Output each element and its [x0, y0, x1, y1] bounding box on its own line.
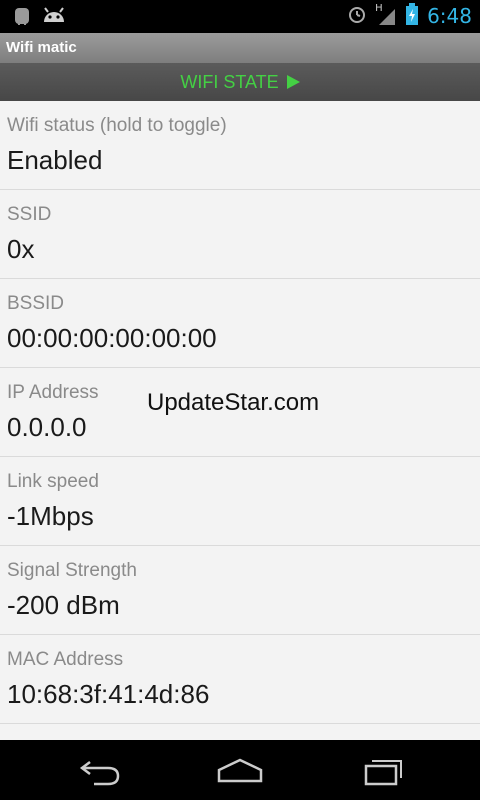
signal-strength-row: Signal Strength -200 dBm	[0, 546, 480, 635]
wifi-state-label: WIFI STATE	[180, 71, 279, 92]
mac-address-row: MAC Address 10:68:3f:41:4d:86	[0, 635, 480, 724]
row-value: -1Mbps	[7, 501, 94, 531]
alarm-icon	[347, 4, 367, 28]
watermark: UpdateStar.com	[147, 389, 320, 416]
recent-apps-icon[interactable]	[356, 754, 404, 792]
row-value: 00:00:00:00:00:00	[7, 323, 217, 353]
row-label: IP Address	[7, 382, 99, 403]
wifi-state-button[interactable]: WIFI STATE	[0, 63, 480, 101]
wifi-status-row[interactable]: Wifi status (hold to toggle) Enabled	[0, 101, 480, 190]
row-label: BSSID	[7, 293, 65, 314]
row-label: Link speed	[7, 471, 99, 492]
android-robot-icon	[12, 6, 32, 30]
row-value: 0.0.0.0	[7, 412, 87, 442]
home-icon[interactable]	[215, 754, 265, 792]
row-label: SSID	[7, 204, 52, 225]
clock: 6:48	[427, 4, 472, 28]
play-icon	[286, 75, 300, 89]
bssid-row: BSSID 00:00:00:00:00:00	[0, 279, 480, 368]
ssid-row: SSID 0x	[0, 190, 480, 279]
back-icon[interactable]	[76, 754, 124, 792]
row-value: -200 dBm	[7, 590, 120, 620]
row-label: MAC Address	[7, 649, 124, 670]
row-value: Enabled	[7, 145, 103, 175]
row-label: Wifi status (hold to toggle)	[7, 115, 227, 136]
row-value: 10:68:3f:41:4d:86	[7, 679, 210, 709]
row-label: Signal Strength	[7, 560, 137, 581]
battery-charging-icon	[405, 3, 419, 29]
app-title: Wifi matic	[0, 33, 480, 63]
android-head-icon	[42, 6, 66, 30]
status-bar: H 6:48	[0, 0, 480, 33]
link-speed-row: Link speed -1Mbps	[0, 457, 480, 546]
signal-h-icon: H	[375, 3, 397, 27]
row-value: 0x	[7, 234, 35, 264]
nav-bar	[0, 740, 480, 800]
